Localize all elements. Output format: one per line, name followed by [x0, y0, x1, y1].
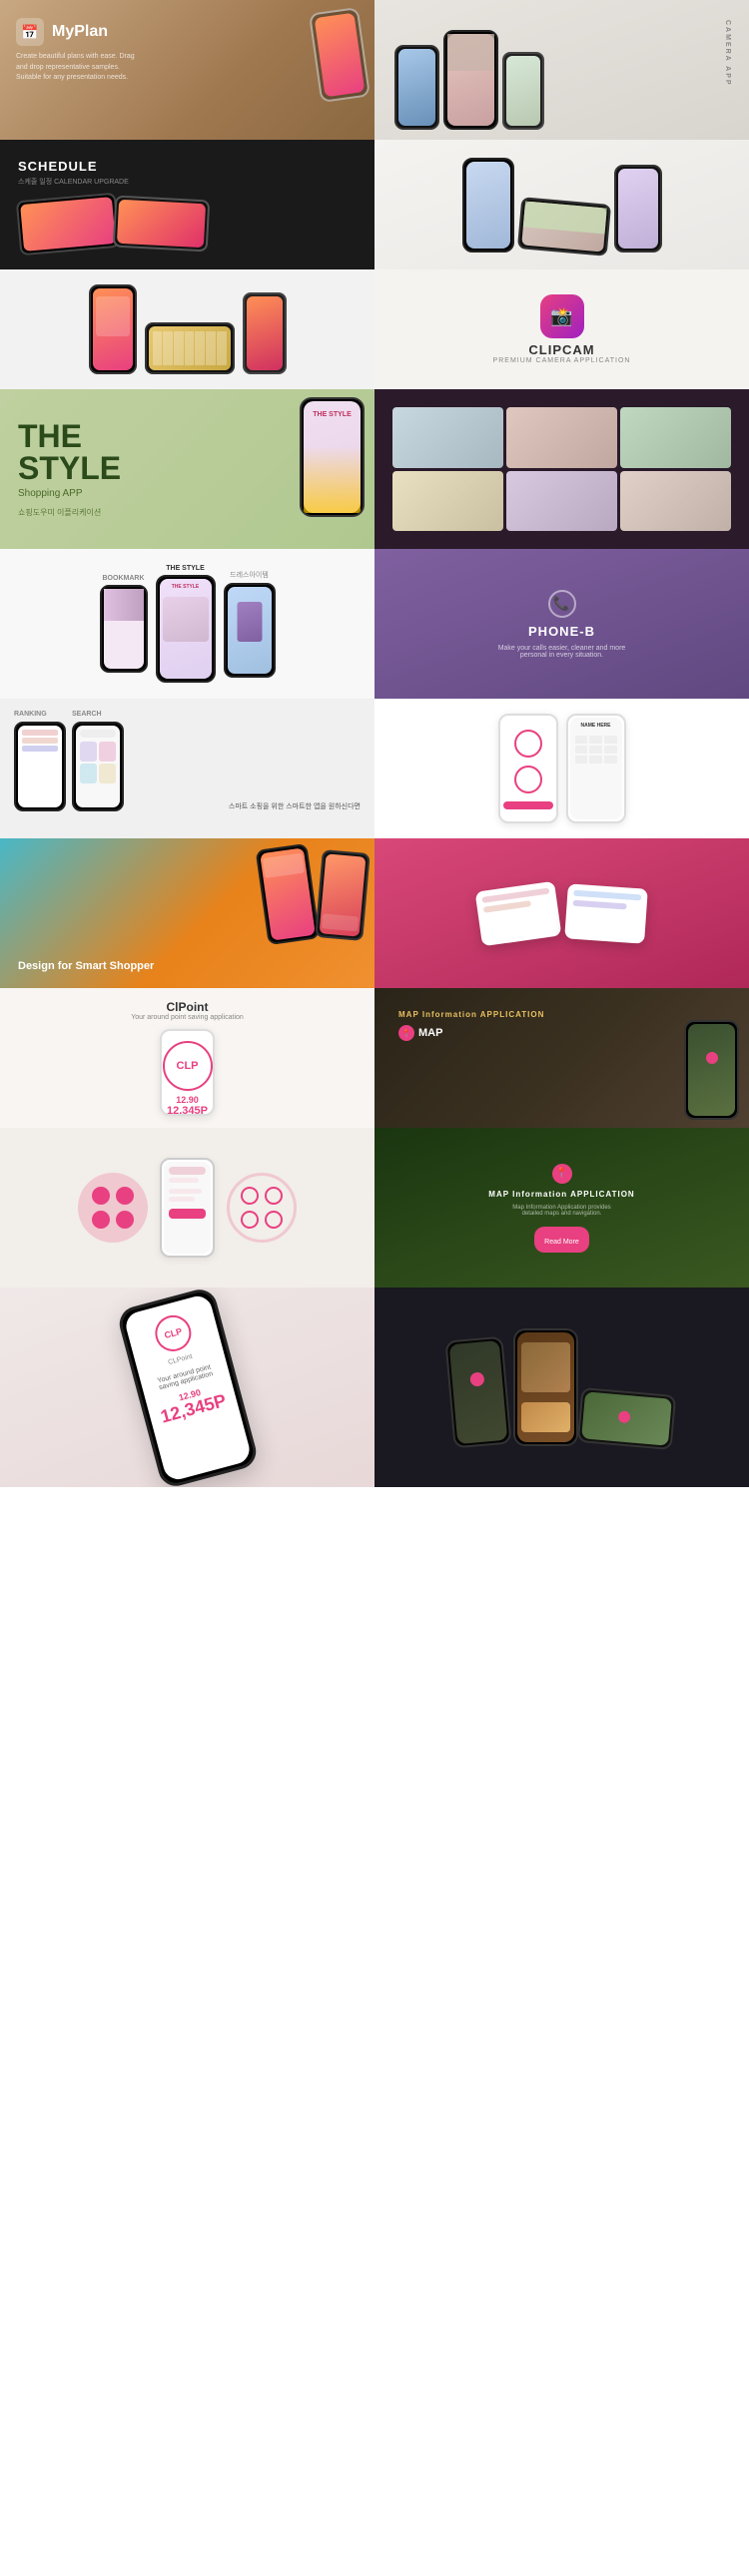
map-pin-small: 📍 [398, 1025, 414, 1041]
clp-text-big: CLP [163, 1325, 183, 1339]
clipoint-points-small: 12,345P [167, 1105, 208, 1116]
scenic-content: 📍 MAP Information APPLICATION Map Inform… [488, 1164, 634, 1253]
map-title: MAP Information APPLICATION [398, 1010, 544, 1019]
thestyle-phone: THE STYLE [300, 397, 365, 517]
ranking-group: RANKING [14, 711, 66, 811]
thestyle-bookmark-group: BOOKMARK [100, 575, 148, 673]
ranking-search-row: RANKING SEARCH [14, 711, 361, 811]
clipoint-phone: CLP 12.90 12,345P [160, 1029, 215, 1116]
thestyle-screens-section: BOOKMARK THE STYLE THE STYLE 드레스아이템 [0, 549, 374, 699]
design-for: Design for Smart Shopper [18, 960, 154, 972]
thestyle-dress-screen: 드레스아이템 [224, 570, 276, 678]
clipoint-amount: 12.90 [176, 1095, 199, 1105]
myplan-title: MyPlan [52, 23, 108, 41]
phone-b-keyboard: NAME HERE [566, 714, 626, 823]
scenic-title: MAP Information APPLICATION [488, 1190, 634, 1199]
myplan-desc: Create beautiful plans with ease. Drag a… [16, 52, 146, 84]
clipoint-big-section: CLP CLPoint Your around point saving app… [0, 1288, 374, 1487]
rewards-circle-outline [227, 1173, 297, 1243]
clipcam-title: CLIPCAM [528, 342, 594, 357]
camera-gallery-section [374, 389, 749, 549]
myplan-icon: 📅 [16, 18, 44, 46]
schedule-subtitle: 스케줄 일정 CALENDAR UPGRADE [18, 177, 129, 187]
phone-b-pink-section [374, 838, 749, 988]
rewards-circle [78, 1173, 148, 1243]
phone-b-content: 📞 PHONE-B Make your calls easier, cleane… [497, 590, 627, 659]
myplan-section: 📅 MyPlan Create beautiful plans with eas… [0, 0, 374, 140]
map-phones-section [374, 1288, 749, 1487]
orange-phones [262, 846, 367, 942]
clipcam-icon: 📸 [540, 294, 584, 338]
camera-app-section: CAMERA APP [374, 0, 749, 140]
flat-card-1 [474, 880, 561, 946]
schedule-phones [18, 197, 209, 252]
map-pin-icon: 📍 [401, 1029, 411, 1038]
camera-gallery-grid [384, 399, 739, 539]
phone-b-purple-section: 📞 PHONE-B Make your calls easier, cleane… [374, 549, 749, 699]
map-phone-landscape [577, 1387, 676, 1450]
search-group: SEARCH [72, 711, 124, 811]
phone-b-title: PHONE-B [528, 624, 595, 639]
orange-content: Design for Smart Shopper [18, 960, 154, 972]
tagline-text: 스마트 소핑을 위한 스마트한 앱을 원하신다면 [130, 801, 361, 811]
name-placeholder: NAME HERE [575, 723, 617, 729]
map-phone-food [513, 1328, 578, 1446]
phone-b-flat-cards [478, 886, 646, 941]
map-label-row: 📍 MAP [398, 1025, 544, 1041]
phone-b-subtitle: Make your calls easier, cleaner and more… [497, 645, 627, 659]
map-subtitle: MAP [418, 1027, 442, 1039]
scenic-desc: Map Information Application provides det… [502, 1205, 622, 1217]
bookmark-label: BOOKMARK [103, 575, 145, 582]
thestyle-orange-section: Design for Smart Shopper [0, 838, 374, 988]
clipcam-subtitle: PREMIUM CAMERA APPLICATION [493, 357, 631, 364]
map-phone [684, 1020, 739, 1120]
map-info-section: MAP Information APPLICATION 📍 MAP [374, 988, 749, 1128]
clipoint-screens-section [0, 1128, 374, 1288]
camera-phones-row [384, 158, 739, 253]
phone-b-white-section: NAME HERE [374, 699, 749, 838]
clipoint-subtitle-big: Your around point saving application [148, 1361, 221, 1393]
schedule-title: SCHEDULE [18, 159, 98, 174]
thestyle-item-label: 드레스아이템 [230, 570, 269, 580]
map-phones-row [449, 1328, 674, 1446]
scenic-button-label: Read More [544, 1239, 579, 1246]
clipcam-icon-symbol: 📸 [550, 306, 572, 327]
clpoint-label-big: CLPoint [167, 1352, 193, 1365]
tagline-group: 스마트 소핑을 위한 스마트한 앱을 원하신다면 [130, 711, 361, 811]
map-phone-dark [444, 1336, 511, 1449]
clp-logo-big: CLP [151, 1310, 195, 1354]
clipoint-list-phone [160, 1158, 215, 1258]
phone-icon-symbol: 📞 [553, 595, 570, 612]
rewards-dots-outline [241, 1187, 283, 1229]
clipoint-big-phone: CLP CLPoint Your around point saving app… [115, 1288, 259, 1487]
thestyle-main-screen: THE STYLE THE STYLE [156, 565, 216, 683]
clipoint-subtitle: Your around point saving application [131, 1014, 244, 1021]
scenic-pin: 📍 [552, 1164, 572, 1184]
clipoint-title: ClPoint [167, 1000, 209, 1014]
thestyle-screen-label: THE STYLE [166, 565, 205, 572]
camera-app-vertical-title: CAMERA APP [724, 20, 731, 87]
schedule-section: SCHEDULE 스케줄 일정 CALENDAR UPGRADE [0, 140, 374, 269]
clipoint-hero-section: ClPoint Your around point saving applica… [0, 988, 374, 1128]
phone-b-circles [498, 714, 558, 823]
map-info-content: MAP Information APPLICATION 📍 MAP [388, 1000, 554, 1051]
search-label: SEARCH [72, 711, 124, 718]
clipcam-logo-section: 📸 CLIPCAM PREMIUM CAMERA APPLICATION [374, 269, 749, 389]
thestyle-hero-section: THESTYLE Shopping APP 쇼핑도우미 이플리케이션 THE S… [0, 389, 374, 549]
camera-phones-hero [394, 30, 544, 130]
scenic-pin-icon: 📍 [555, 1168, 567, 1179]
ranking-label: RANKING [14, 711, 66, 718]
clp-logo: CLP [163, 1041, 213, 1091]
rewards-dots [92, 1187, 134, 1229]
phone-b-icon: 📞 [548, 590, 576, 618]
camera-phones-row-section [374, 140, 749, 269]
myplan-phone-illustration [315, 10, 365, 100]
map-scenic-section: 📍 MAP Information APPLICATION Map Inform… [374, 1128, 749, 1288]
scenic-button[interactable]: Read More [534, 1227, 589, 1253]
thestyle-ranking-section: RANKING SEARCH [0, 699, 374, 838]
flat-card-2 [564, 883, 648, 943]
calendar-section [0, 269, 374, 389]
calendar-phones [89, 284, 287, 374]
